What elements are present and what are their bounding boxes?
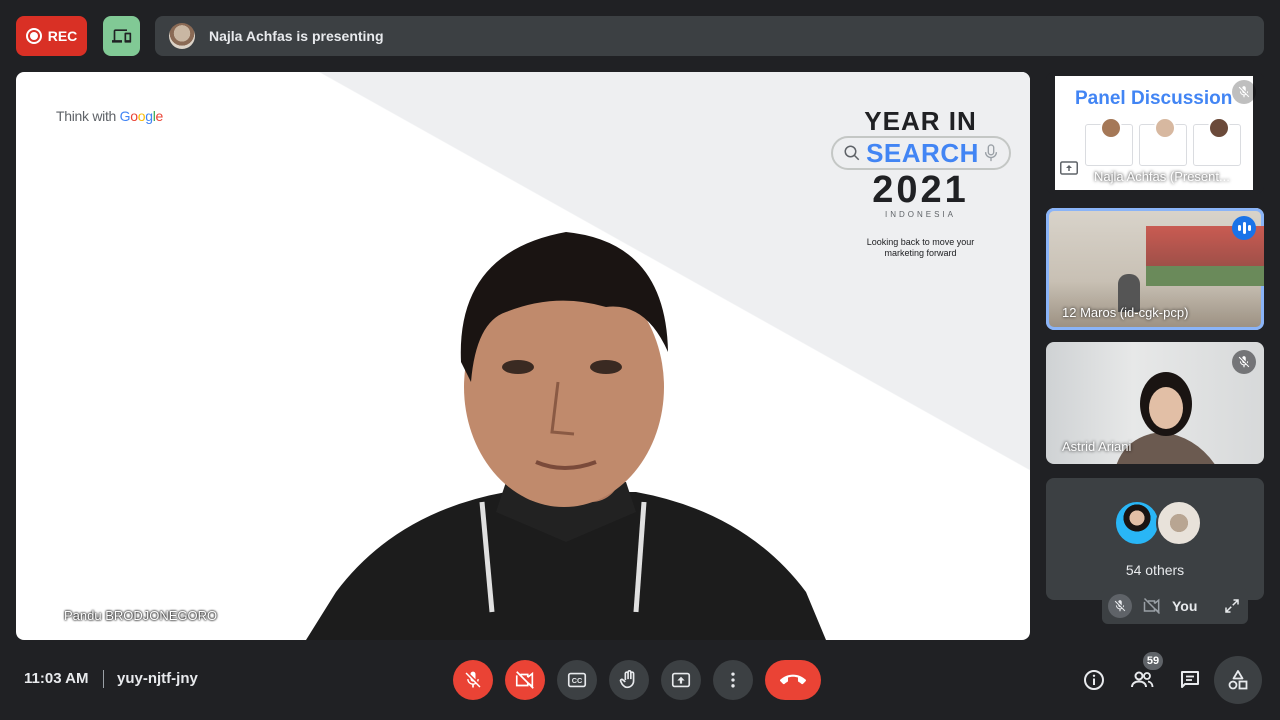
self-label: You [1172, 598, 1198, 614]
people-icon [1131, 671, 1154, 688]
speaking-indicator-icon [1232, 216, 1256, 240]
main-video-stage[interactable]: Think with Google YEAR IN SEARCH 2021 IN… [16, 72, 1030, 640]
search-icon [844, 145, 859, 161]
divider [103, 670, 104, 688]
avatar [1114, 500, 1160, 546]
mic-icon [985, 144, 998, 162]
presenting-text: Najla Achfas is presenting [209, 28, 384, 44]
others-count: 54 others [1125, 562, 1185, 578]
camera-toggle-button[interactable] [505, 660, 545, 700]
participant-tile-others[interactable]: 54 others [1046, 478, 1264, 600]
mic-off-icon[interactable] [1108, 594, 1132, 618]
participant-tile-room[interactable]: 12 Maros (id-cgk-pcp) [1046, 208, 1264, 330]
participants-count-badge: 59 [1143, 652, 1163, 670]
mic-off-icon [465, 671, 481, 688]
devices-icon [111, 29, 131, 43]
captions-button[interactable]: CC [557, 660, 597, 700]
call-end-icon [780, 674, 806, 685]
self-view-bar[interactable]: You [1102, 588, 1248, 624]
present-screen-icon [1060, 161, 1078, 180]
expand-icon[interactable] [1223, 597, 1241, 615]
tile-label: Astrid Ariani [1062, 439, 1132, 454]
videocam-off-icon [515, 671, 534, 689]
panel-slide-title: Panel Discussion [1075, 88, 1233, 109]
activities-icon [1228, 670, 1248, 690]
speaker-video [306, 232, 826, 640]
more-options-button[interactable] [713, 660, 753, 700]
raise-hand-icon [619, 670, 635, 689]
info-icon [1084, 670, 1104, 690]
avatar [1156, 500, 1202, 546]
presenting-banner[interactable]: Najla Achfas is presenting [155, 16, 1264, 56]
tile-label: 12 Maros (id-cgk-pcp) [1062, 305, 1189, 320]
mic-off-icon [1232, 80, 1256, 104]
year-in-search-logo: YEAR IN SEARCH 2021 INDONESIA Looking ba… [828, 108, 1013, 259]
videocam-off-icon[interactable] [1142, 596, 1162, 616]
more-vert-icon [731, 672, 735, 688]
devices-button[interactable] [103, 16, 140, 56]
closed-caption-icon: CC [567, 672, 587, 688]
meeting-code[interactable]: yuy-njtf-jny [117, 670, 198, 687]
activities-button[interactable] [1214, 656, 1262, 704]
present-now-button[interactable] [661, 660, 701, 700]
recording-button[interactable]: REC [16, 16, 87, 56]
chat-button[interactable] [1174, 664, 1206, 696]
speaker-name-label: Pandu BRODJONEGORO [64, 608, 218, 623]
raise-hand-button[interactable] [609, 660, 649, 700]
present-screen-icon [671, 672, 691, 688]
mic-toggle-button[interactable] [453, 660, 493, 700]
tile-label: Najla Achfas (Present... [1094, 169, 1230, 184]
participant-tile-astrid[interactable]: Astrid Ariani [1046, 342, 1264, 464]
recording-label: REC [47, 28, 78, 44]
mic-off-icon [1232, 350, 1256, 374]
leave-call-button[interactable] [765, 660, 821, 700]
participant-tile-presentation[interactable]: Panel Discussion Najla Achfas (Present..… [1046, 72, 1264, 194]
think-with-google-logo: Think with Google [56, 108, 164, 124]
meeting-clock: 11:03 AM [24, 670, 89, 687]
presenter-avatar [169, 23, 195, 49]
record-icon [25, 28, 42, 44]
chat-icon [1181, 671, 1199, 688]
meeting-details-button[interactable] [1078, 664, 1110, 696]
svg-text:CC: CC [572, 676, 583, 685]
